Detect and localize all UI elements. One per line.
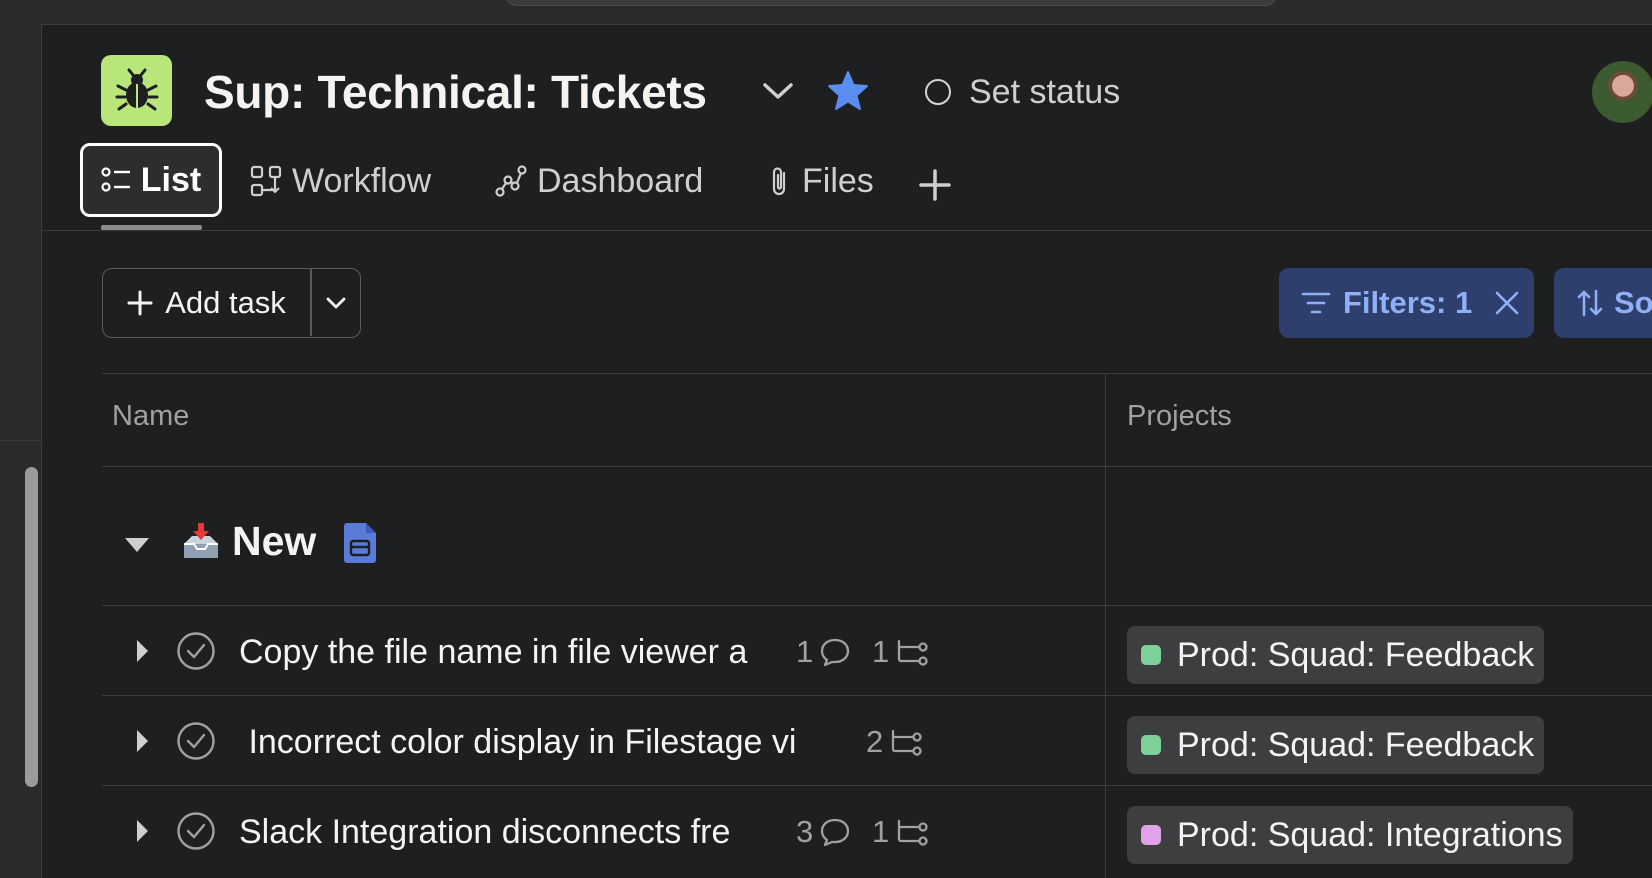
task-name[interactable]: Incorrect color display in Filestage vi — [239, 721, 947, 763]
inbox-tray-icon — [184, 523, 218, 558]
add-tab-plus-icon[interactable] — [918, 168, 952, 202]
task-name[interactable]: Slack Integration disconnects fre — [239, 811, 879, 853]
task-name[interactable]: Copy the file name in file viewer a — [239, 631, 879, 673]
workflow-icon — [250, 165, 282, 197]
comment-count-value: 3 — [796, 814, 814, 849]
project-color-swatch — [1141, 645, 1161, 665]
tab-files[interactable]: Files — [768, 144, 874, 218]
sidebar-divider — [0, 440, 41, 441]
project-name: Prod: Squad: Feedback — [1177, 725, 1535, 764]
table-header-border — [102, 466, 1652, 467]
project-tag[interactable]: Prod: Squad: Feedback — [1127, 716, 1545, 774]
tab-label: Dashboard — [537, 161, 704, 200]
tab-label: Workflow — [292, 161, 432, 200]
filters-label: Filters: 1 — [1343, 285, 1473, 320]
tab-dashboard[interactable]: Dashboard — [495, 144, 703, 218]
list-icon — [101, 167, 130, 192]
add-task-label: Add task — [165, 284, 286, 320]
column-header-projects[interactable]: Projects — [1127, 400, 1232, 433]
complete-check-icon[interactable] — [176, 631, 216, 671]
add-task-button[interactable]: Add task — [103, 269, 310, 336]
subtask-count-value: 1 — [872, 634, 890, 669]
avatar[interactable] — [1592, 61, 1652, 123]
subtask-icon — [898, 639, 928, 666]
global-search-bar[interactable] — [505, 0, 1277, 6]
comment-icon — [821, 818, 850, 847]
filter-icon — [1301, 292, 1331, 314]
status-circle-icon — [925, 79, 951, 105]
plus-icon — [127, 290, 153, 315]
caret-right-icon[interactable] — [134, 727, 150, 755]
star-icon[interactable] — [826, 70, 870, 112]
sidebar-scrollbar[interactable] — [25, 467, 38, 787]
close-icon[interactable] — [1494, 290, 1520, 316]
tab-list[interactable]: List — [80, 143, 222, 217]
complete-check-icon[interactable] — [176, 811, 216, 851]
browser-top-bar — [0, 0, 1652, 25]
project-title[interactable]: Sup: Technical: Tickets — [204, 62, 707, 122]
chevron-down-icon — [326, 297, 346, 308]
bug-icon[interactable] — [101, 55, 172, 126]
project-tag[interactable]: Prod: Squad: Integrations — [1127, 806, 1573, 864]
project-color-swatch — [1141, 735, 1161, 755]
filters-button[interactable]: Filters: 1 — [1279, 268, 1534, 338]
comment-icon — [821, 638, 850, 667]
sort-label: So — [1614, 285, 1652, 320]
comment-count[interactable]: 3 — [796, 812, 851, 852]
subtask-count[interactable]: 1 — [872, 812, 929, 852]
project-name: Prod: Squad: Feedback — [1177, 635, 1535, 674]
table-top-border — [102, 373, 1652, 374]
set-status-label: Set status — [969, 72, 1121, 111]
sort-button[interactable]: So — [1554, 268, 1652, 338]
subtask-icon — [898, 819, 928, 846]
document-icon[interactable] — [342, 521, 378, 565]
dashboard-icon — [495, 165, 527, 197]
sort-icon — [1577, 289, 1603, 317]
chevron-down-icon[interactable] — [760, 76, 796, 106]
project-name: Prod: Squad: Integrations — [1177, 815, 1563, 854]
section-title[interactable]: New — [232, 518, 316, 565]
paperclip-icon — [772, 167, 786, 196]
header-divider — [41, 230, 1652, 231]
project-color-swatch — [1141, 825, 1161, 845]
project-tag[interactable]: Prod: Squad: Feedback — [1127, 626, 1545, 684]
caret-right-icon[interactable] — [134, 637, 150, 665]
subtask-count[interactable]: 1 — [872, 632, 929, 672]
comment-count[interactable]: 1 — [796, 632, 851, 672]
caret-down-icon[interactable] — [123, 535, 151, 555]
sidebar — [0, 24, 42, 878]
add-task-group: Add task — [102, 268, 361, 338]
complete-check-icon[interactable] — [176, 721, 216, 761]
set-status-button[interactable]: Set status — [925, 70, 1120, 114]
tab-label: Files — [802, 161, 874, 200]
table-row[interactable]: Copy the file name in file viewer a 1 1 … — [102, 606, 1652, 696]
column-header-name[interactable]: Name — [112, 400, 189, 433]
subtask-count-value: 2 — [866, 724, 884, 759]
subtask-count[interactable]: 2 — [866, 722, 923, 762]
table-row[interactable]: Slack Integration disconnects fre 3 1 Pr… — [102, 786, 1652, 876]
add-task-dropdown-button[interactable] — [312, 269, 360, 336]
tab-workflow[interactable]: Workflow — [250, 144, 431, 218]
comment-count-value: 1 — [796, 634, 814, 669]
tab-label: List — [140, 160, 202, 199]
subtask-count-value: 1 — [872, 814, 890, 849]
subtask-icon — [892, 729, 922, 756]
caret-right-icon[interactable] — [134, 817, 150, 845]
table-row[interactable]: Incorrect color display in Filestage vi … — [102, 696, 1652, 786]
